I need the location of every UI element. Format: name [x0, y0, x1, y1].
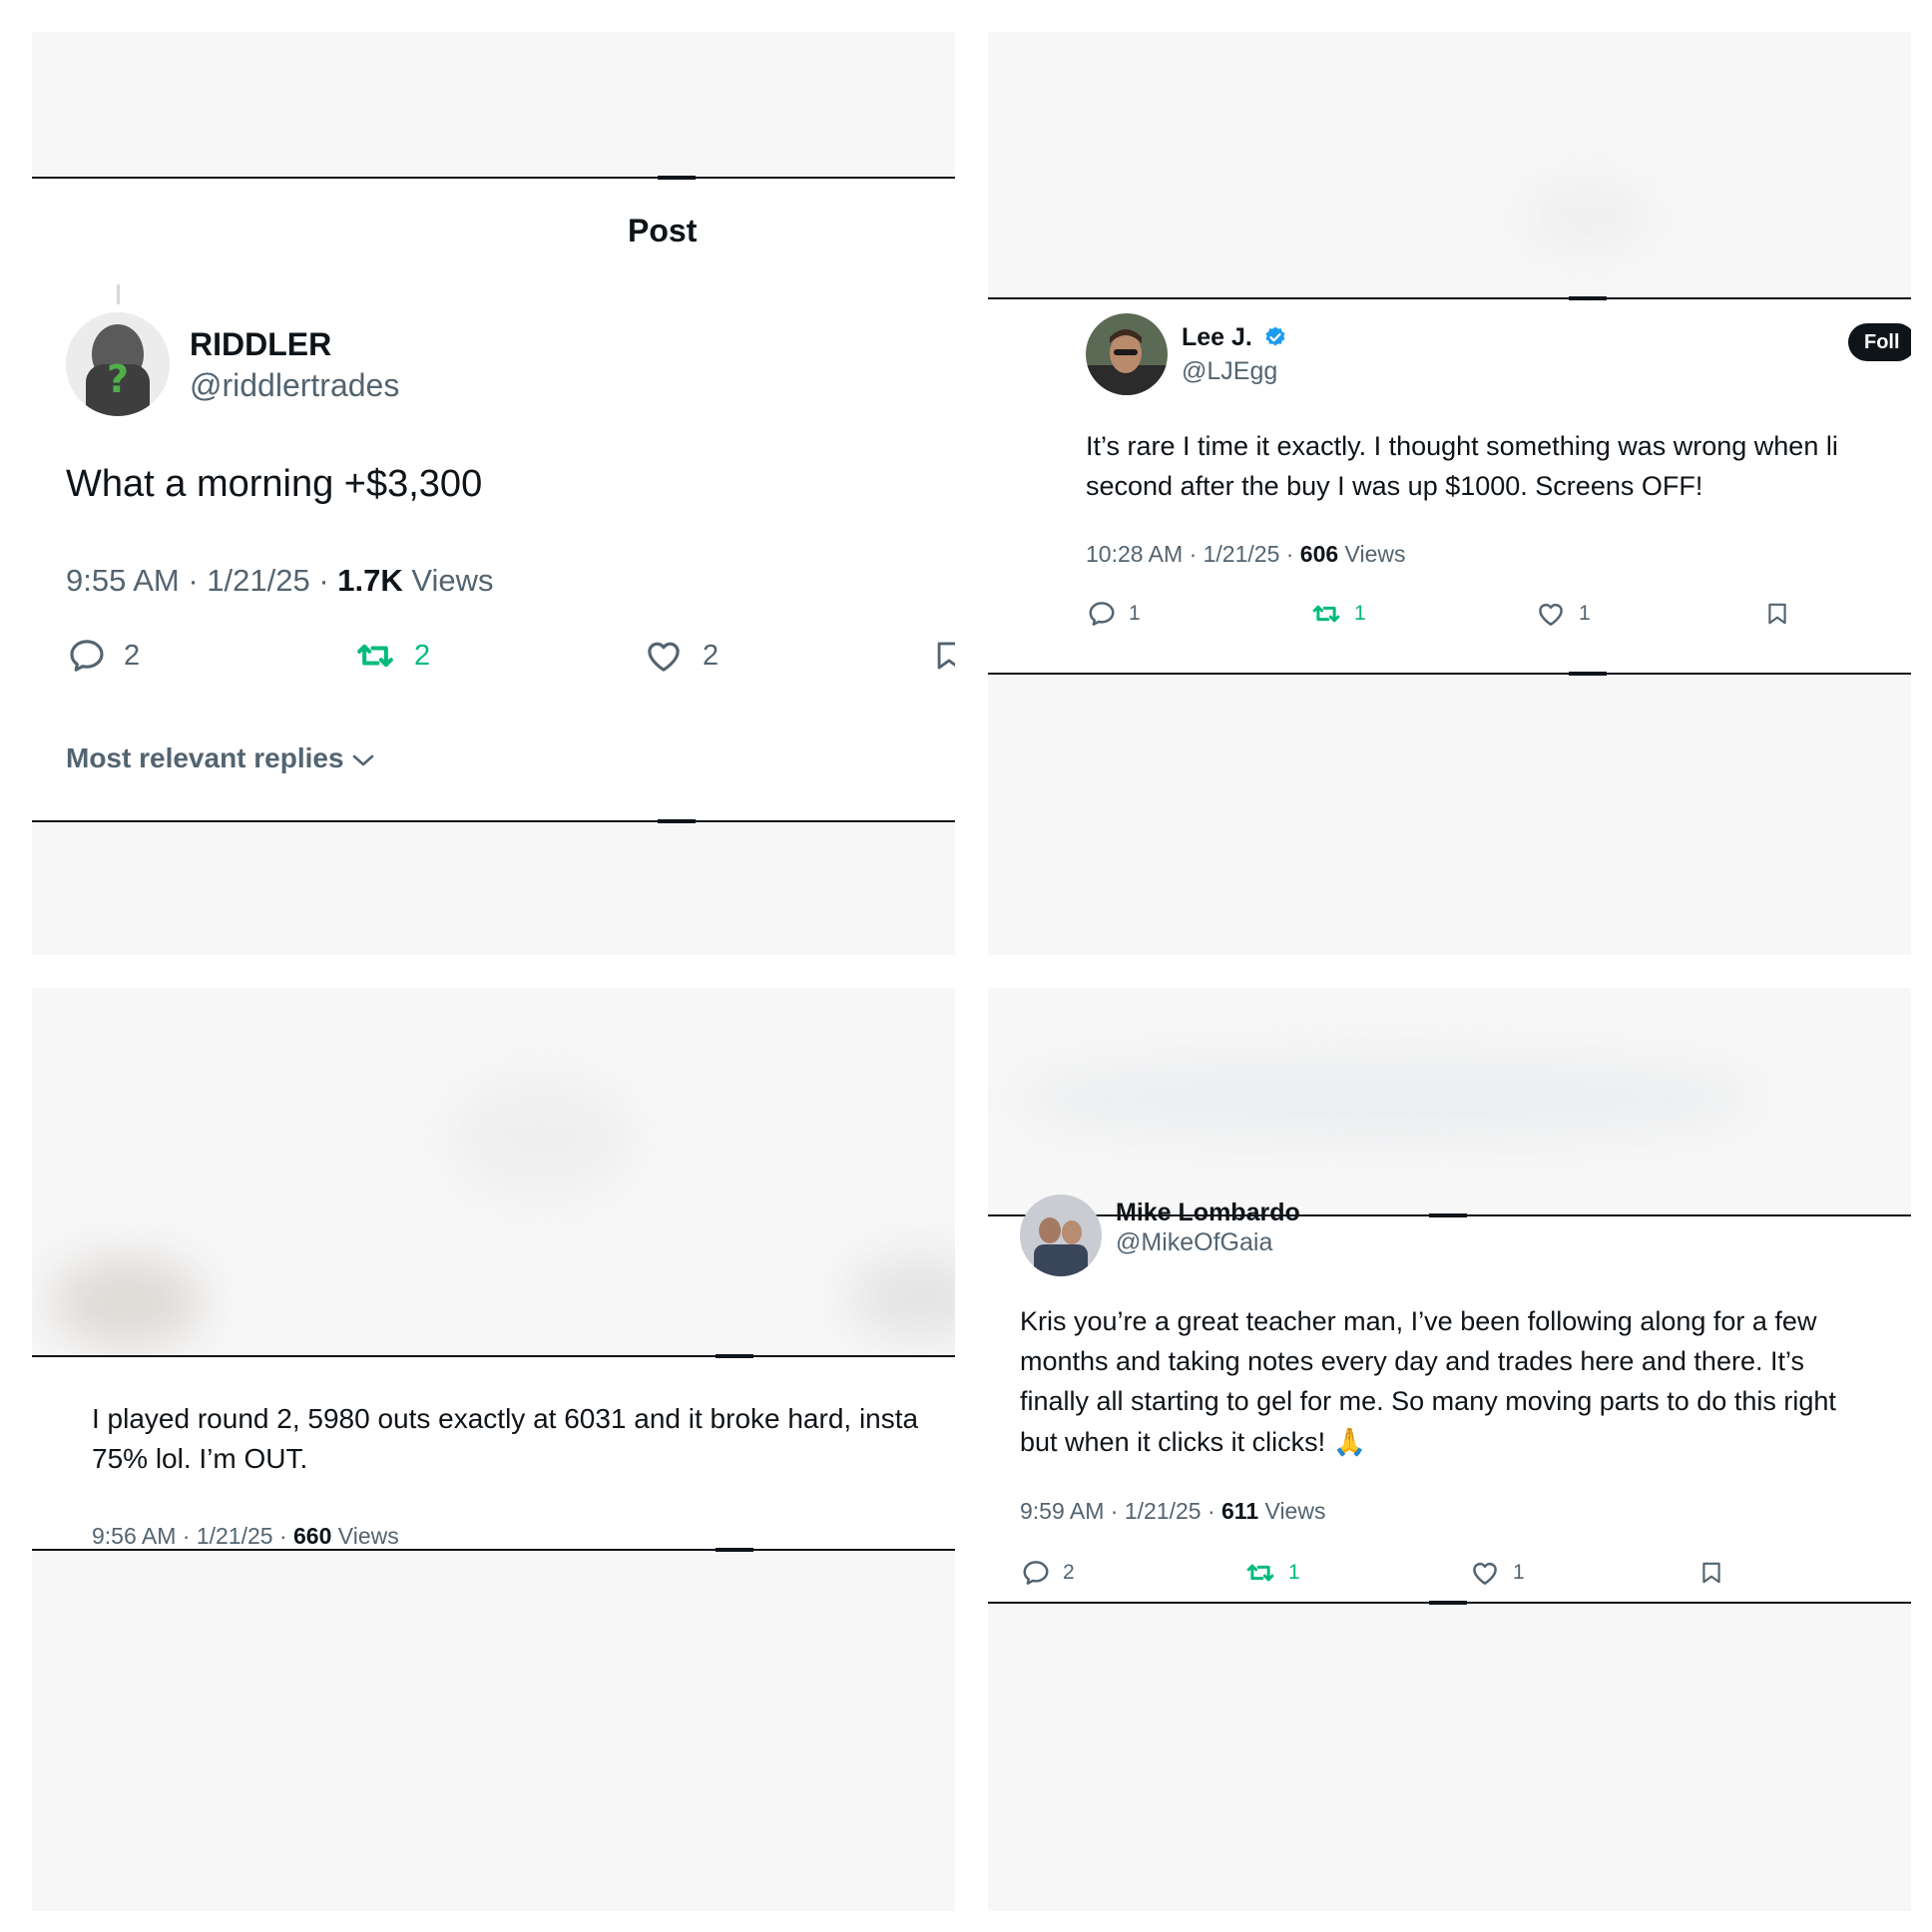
reply-card: I played round 2, 5980 outs exactly at 6… — [32, 1354, 955, 1552]
reply-card: Lee J. @LJEgg Foll It’s rare I time it e… — [988, 296, 1911, 676]
reply-text-line-2: 75% lol. I’m OUT. — [92, 1443, 308, 1474]
screenshot-panel-1: Post ? RIDDLER @riddlertrades What a mor… — [32, 32, 955, 955]
chevron-down-icon — [353, 754, 374, 765]
avatar-image — [1020, 1195, 1102, 1276]
avatar-image: ? — [66, 312, 170, 416]
follow-button[interactable]: Foll — [1848, 323, 1911, 361]
like-count: 2 — [703, 640, 720, 672]
like-count: 1 — [1513, 1561, 1525, 1584]
views-count: 1.7K — [337, 563, 403, 598]
verified-badge-icon — [1265, 326, 1285, 346]
views-count: 611 — [1221, 1498, 1259, 1524]
views-label: Views — [1338, 541, 1406, 567]
author-handle[interactable]: @riddlertrades — [190, 367, 399, 404]
screenshot-panel-2: Lee J. @LJEgg Foll It’s rare I time it e… — [988, 32, 1911, 955]
scroll-indicator — [1429, 1213, 1467, 1217]
blurred-background — [850, 1257, 955, 1337]
screenshot-panel-4: Mike Lombardo @MikeOfGaia Kris you’re a … — [988, 988, 1911, 1911]
reply-count: 1 — [1129, 602, 1141, 625]
reply-icon[interactable] — [1086, 599, 1118, 629]
post-text: What a morning +$3,300 — [66, 463, 483, 505]
reply-meta: 10:28 AM · 1/21/25 · 606 Views — [1086, 541, 1406, 568]
author-handle[interactable]: @LJEgg — [1182, 357, 1277, 386]
post-timestamp[interactable]: 9:55 AM · 1/21/25 · — [66, 563, 337, 598]
reply-timestamp[interactable]: 9:56 AM · 1/21/25 · — [92, 1523, 293, 1549]
bookmark-icon[interactable] — [1698, 1558, 1724, 1588]
scroll-indicator — [716, 1548, 753, 1552]
author-avatar[interactable] — [1086, 313, 1168, 395]
like-icon[interactable] — [643, 636, 685, 676]
blurred-background — [1527, 182, 1647, 251]
reply-text-line-2: months and taking notes every day and tr… — [1020, 1346, 1804, 1376]
like-icon[interactable] — [1469, 1558, 1501, 1588]
like-icon[interactable] — [1535, 599, 1567, 629]
repost-count: 1 — [1288, 1561, 1300, 1584]
views-label: Views — [1258, 1498, 1326, 1524]
author-handle[interactable]: @MikeOfGaia — [1116, 1228, 1272, 1257]
scroll-indicator — [1429, 1601, 1467, 1605]
screenshot-panel-3: I played round 2, 5980 outs exactly at 6… — [32, 988, 955, 1911]
blurred-background — [1018, 1058, 1756, 1138]
views-count: 660 — [293, 1523, 332, 1549]
blurred-background — [451, 1078, 631, 1198]
avatar-image — [1086, 313, 1168, 395]
repost-icon[interactable] — [1309, 599, 1343, 629]
replies-sort-label: Most relevant replies — [66, 742, 344, 773]
reply-meta: 9:59 AM · 1/21/25 · 611 Views — [1020, 1498, 1325, 1525]
repost-icon[interactable] — [1243, 1558, 1277, 1588]
author-name-row: Lee J. — [1182, 323, 1287, 352]
views-label: Views — [331, 1523, 399, 1549]
reply-text-line-1: It’s rare I time it exactly. I thought s… — [1086, 431, 1838, 461]
author-name[interactable]: RIDDLER — [190, 326, 331, 363]
bookmark-icon[interactable] — [932, 636, 955, 676]
repost-count: 1 — [1354, 602, 1366, 625]
replies-sort-dropdown[interactable]: Most relevant replies — [66, 742, 375, 774]
views-label: Views — [402, 563, 494, 598]
reply-timestamp[interactable]: 10:28 AM · 1/21/25 · — [1086, 541, 1300, 567]
reply-text-line-2: second after the buy I was up $1000. Scr… — [1086, 471, 1703, 501]
scroll-indicator — [1569, 296, 1607, 300]
post-card: Post ? RIDDLER @riddlertrades What a mor… — [32, 176, 955, 823]
reply-card: Mike Lombardo @MikeOfGaia Kris you’re a … — [988, 1195, 1911, 1605]
reply-text-line-3: finally all starting to gel for me. So m… — [1020, 1386, 1836, 1416]
page-title: Post — [628, 213, 698, 248]
blurred-background — [52, 1257, 202, 1347]
reply-icon[interactable] — [66, 636, 108, 676]
scroll-indicator — [658, 176, 696, 180]
reply-text-line-1: I played round 2, 5980 outs exactly at 6… — [92, 1403, 919, 1434]
author-avatar[interactable] — [1020, 1195, 1102, 1276]
reply-count: 2 — [1063, 1561, 1075, 1584]
reply-count: 2 — [124, 640, 141, 672]
scroll-indicator — [716, 1354, 753, 1358]
thread-line — [117, 284, 120, 304]
reply-timestamp[interactable]: 9:59 AM · 1/21/25 · — [1020, 1498, 1221, 1524]
reply-icon[interactable] — [1020, 1558, 1052, 1588]
views-count: 606 — [1299, 541, 1339, 567]
bookmark-icon[interactable] — [1764, 599, 1790, 629]
repost-count: 2 — [414, 640, 431, 672]
reply-text-line-1: Kris you’re a great teacher man, I’ve be… — [1020, 1306, 1817, 1336]
reply-meta: 9:56 AM · 1/21/25 · 660 Views — [92, 1523, 399, 1550]
svg-text:?: ? — [107, 357, 129, 401]
author-name[interactable]: Lee J. — [1182, 323, 1252, 351]
like-count: 1 — [1579, 602, 1591, 625]
author-avatar[interactable]: ? — [66, 312, 170, 416]
author-name[interactable]: Mike Lombardo — [1116, 1199, 1300, 1227]
post-meta: 9:55 AM · 1/21/25 · 1.7K Views — [66, 563, 494, 599]
repost-icon[interactable] — [353, 636, 397, 676]
scroll-indicator — [1569, 672, 1607, 676]
reply-text-line-4: but when it clicks it clicks! 🙏 — [1020, 1427, 1367, 1457]
scroll-indicator — [658, 819, 696, 823]
